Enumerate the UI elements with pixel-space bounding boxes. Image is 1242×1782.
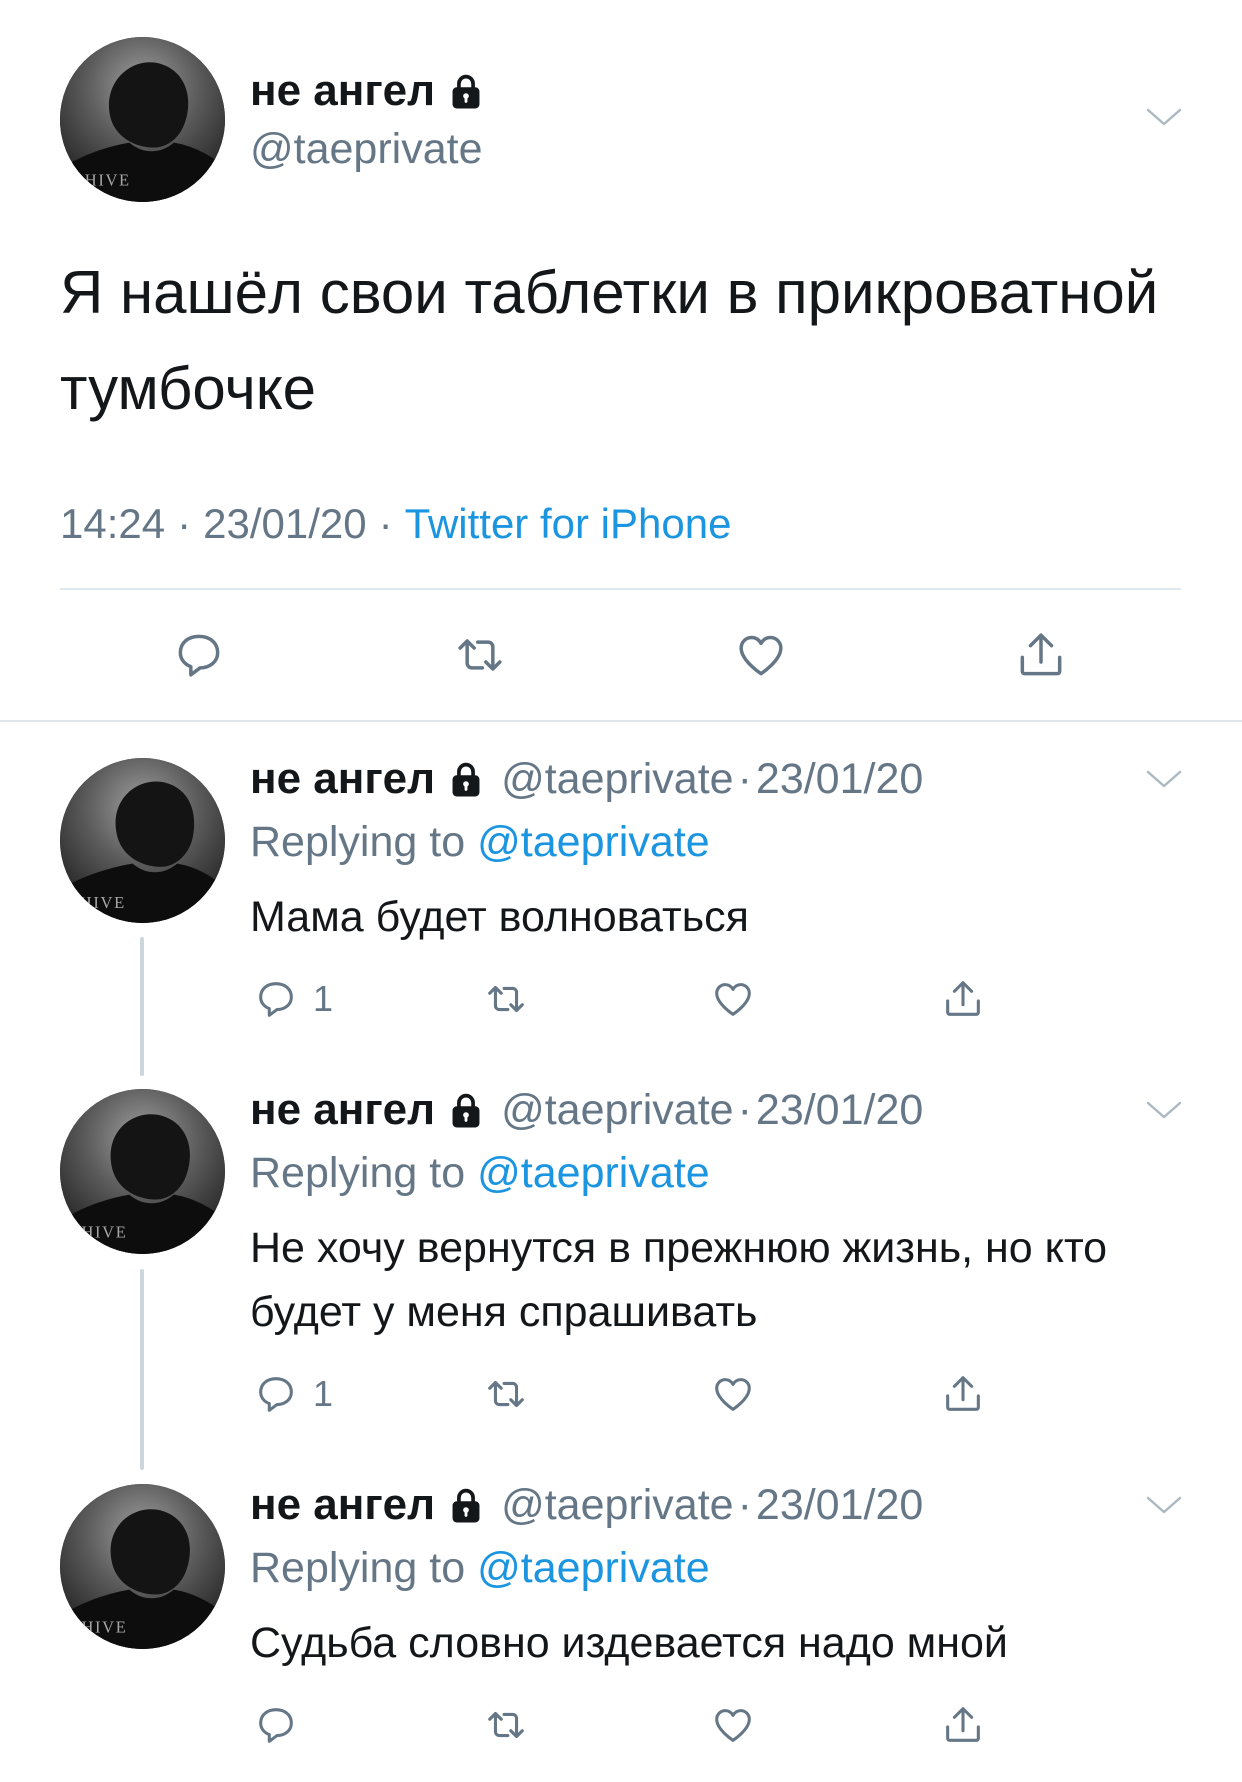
avatar[interactable]: HIVE [60,1484,225,1649]
chevron-down-icon[interactable] [1146,1496,1182,1514]
author-handle[interactable]: @taeprivate [501,752,734,806]
author-name[interactable]: не ангел [250,1478,435,1532]
lock-icon [452,74,480,108]
replying-to: Replying to @taeprivate [250,1542,710,1594]
retweet-icon[interactable] [452,627,508,683]
share-icon[interactable] [940,1371,986,1417]
tweet-text: Я нашёл свои таблетки в прикроватной тум… [60,259,1159,422]
reply-actions: 1 [250,1371,1185,1417]
heart-icon[interactable] [710,1371,756,1417]
avatar-watermark: HIVE [81,1223,127,1242]
avatar-image: HIVE [60,758,225,923]
chevron-down-icon[interactable] [1146,1101,1182,1119]
tweet-date: 23/01/20 [203,500,367,547]
reply-header: не ангел @taeprivate · 23/01/20 [250,752,923,806]
tweet-meta: 14:24 · 23/01/20 · Twitter for iPhone [60,498,731,550]
reply-tweet[interactable]: HIVE не ангел @taeprivate · 23/01/20 Rep… [0,752,1242,1052]
reply-date: 23/01/20 [755,1086,924,1134]
replying-to: Replying to @taeprivate [250,816,710,868]
reply-icon[interactable] [253,976,299,1022]
avatar[interactable]: HIVE [60,1089,225,1254]
author-name[interactable]: не ангел [250,64,435,118]
share-icon[interactable] [940,976,986,1022]
avatar-image: HIVE [60,1089,225,1254]
replying-to-link[interactable]: @taeprivate [477,1544,710,1592]
share-icon[interactable] [1013,627,1069,683]
reply-header: не ангел @taeprivate · 23/01/20 [250,1083,923,1137]
reply-icon[interactable] [253,1371,299,1417]
author-handle[interactable]: @taeprivate [250,122,483,176]
author-handle[interactable]: @taeprivate [501,1083,734,1137]
author-name-row[interactable]: не ангел [250,64,483,118]
reply-count: 1 [313,978,334,1019]
replying-to: Replying to @taeprivate [250,1147,710,1199]
lock-icon [452,762,480,796]
avatar-image: HIVE [60,1484,225,1649]
separator: · [378,500,393,547]
reply-date: 23/01/20 [755,1481,924,1529]
separator: · [737,1086,752,1134]
reply-text: Мама будет волноваться [250,893,749,941]
separator: · [177,500,192,547]
avatar-image: HIVE [60,37,225,202]
replying-to-link[interactable]: @taeprivate [477,818,710,866]
lock-icon [452,1488,480,1522]
replying-label: Replying to [250,1544,466,1592]
heart-icon[interactable] [710,1702,756,1748]
retweet-icon[interactable] [483,1371,529,1417]
avatar-watermark: HIVE [80,893,126,912]
reply-actions [250,1702,1185,1748]
share-icon[interactable] [940,1702,986,1748]
chevron-down-icon[interactable] [1146,770,1182,788]
avatar-watermark: HIVE [81,1618,127,1637]
avatar-watermark: HIVE [85,171,131,190]
reply-icon[interactable] [171,627,227,683]
replying-label: Replying to [250,1149,466,1197]
reply-text: Не хочу вернутся в прежнюю жизнь, но кто… [250,1224,1108,1336]
replying-to-link[interactable]: @taeprivate [477,1149,710,1197]
author-handle[interactable]: @taeprivate [501,1478,734,1532]
retweet-icon[interactable] [483,976,529,1022]
separator: · [737,755,752,803]
divider [0,720,1242,722]
author-name[interactable]: не ангел [250,752,435,806]
reply-tweet[interactable]: HIVE не ангел @taeprivate · 23/01/20 Rep… [0,1083,1242,1414]
heart-icon[interactable] [710,976,756,1022]
heart-icon[interactable] [733,627,789,683]
reply-header: не ангел @taeprivate · 23/01/20 [250,1478,923,1532]
divider [60,588,1181,590]
tweet-source-link[interactable]: Twitter for iPhone [405,500,732,547]
lock-icon [452,1093,480,1127]
avatar[interactable]: HIVE [60,37,225,202]
avatar[interactable]: HIVE [60,758,225,923]
replying-label: Replying to [250,818,466,866]
author-name[interactable]: не ангел [250,1083,435,1137]
reply-text: Судьба словно издевается надо мной [250,1619,1008,1667]
reply-date: 23/01/20 [755,755,924,803]
chevron-down-icon[interactable] [1146,108,1182,126]
reply-actions: 1 [250,976,1185,1022]
reply-icon[interactable] [253,1702,299,1748]
separator: · [737,1481,752,1529]
retweet-icon[interactable] [483,1702,529,1748]
reply-tweet[interactable]: HIVE не ангел @taeprivate · 23/01/20 Rep… [0,1478,1242,1778]
tweet-time: 14:24 [60,500,166,547]
reply-count: 1 [313,1373,334,1414]
